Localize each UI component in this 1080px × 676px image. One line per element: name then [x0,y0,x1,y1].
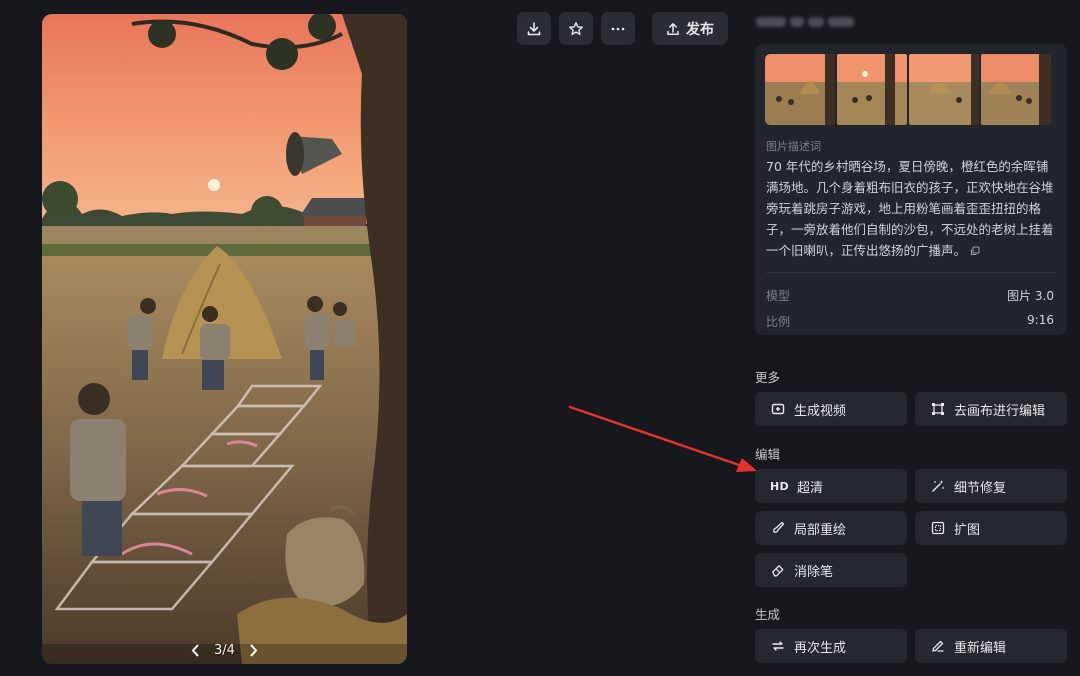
detail-repair-label: 细节修复 [954,480,1007,496]
chevron-left-icon [191,644,199,657]
publish-label: 发布 [686,21,714,38]
canvas-icon [930,401,946,417]
section-generate-label: 生成 [755,607,781,622]
section-more-label: 更多 [755,370,781,385]
generated-image[interactable]: 3/4 [42,14,407,664]
edit-on-canvas-button[interactable]: 去画布进行编辑 [915,392,1067,426]
re-edit-label: 重新编辑 [954,640,1007,656]
pencil-icon [930,638,946,654]
hd-upscale-button[interactable]: HD 超清 [755,469,907,503]
info-divider [766,272,1056,273]
regenerate-label: 再次生成 [794,640,847,656]
expand-image-label: 扩图 [954,522,981,538]
magic-wand-icon [930,478,946,494]
download-icon [527,21,541,35]
inpaint-button[interactable]: 局部重绘 [755,511,907,545]
eraser-icon [770,562,786,578]
previous-image-button[interactable] [188,644,202,658]
more-icon [611,27,625,30]
thumbnail-2[interactable] [837,54,907,125]
ratio-row: 比例 9:16 [766,313,1054,330]
ratio-label: 比例 [766,315,791,329]
description-label: 图片描述词 [766,140,821,153]
inpaint-label: 局部重绘 [794,522,847,538]
upload-icon [667,22,679,35]
repeat-icon [770,638,786,654]
blurred-title [756,17,854,27]
copy-icon[interactable] [970,246,980,256]
model-value: 图片 3.0 [1007,289,1054,303]
hd-upscale-label: 超清 [796,480,823,496]
regenerate-button[interactable]: 再次生成 [755,629,907,663]
publish-button[interactable]: 发布 [652,12,728,45]
hd-icon: HD [770,479,789,493]
eraser-button[interactable]: 消除笔 [755,553,907,587]
thumbnail-3[interactable] [909,54,979,125]
chevron-right-icon [250,644,258,657]
brush-icon [770,520,786,536]
re-edit-button[interactable]: 重新编辑 [915,629,1067,663]
thumbnail-4[interactable] [981,54,1051,125]
image-pager: 3/4 [42,643,407,658]
edit-on-canvas-label: 去画布进行编辑 [954,403,1046,419]
download-button[interactable] [517,12,551,45]
next-image-button[interactable] [247,644,261,658]
more-options-button[interactable] [601,12,635,45]
video-plus-icon [770,401,786,417]
star-icon [569,21,583,35]
description-text: 70 年代的乡村晒谷场，夏日傍晚，橙红色的余晖铺满场地。几个身着粗布旧衣的孩子，… [766,156,1056,261]
description-content: 70 年代的乡村晒谷场，夏日傍晚，橙红色的余晖铺满场地。几个身着粗布旧衣的孩子，… [766,159,1054,258]
model-label: 模型 [766,289,791,303]
expand-image-button[interactable]: 扩图 [915,511,1067,545]
generate-video-button[interactable]: 生成视频 [755,392,907,426]
section-edit-label: 编辑 [755,447,781,462]
image-info-card: 图片描述词 70 年代的乡村晒谷场，夏日傍晚，橙红色的余晖铺满场地。几个身着粗布… [755,44,1067,335]
model-row: 模型 图片 3.0 [766,287,1054,304]
ratio-value: 9:16 [1027,313,1054,327]
favorite-button[interactable] [559,12,593,45]
generate-video-label: 生成视频 [794,403,847,419]
pager-counter: 3/4 [214,643,235,658]
detail-repair-button[interactable]: 细节修复 [915,469,1067,503]
thumbnail-strip [765,54,1051,125]
eraser-label: 消除笔 [794,564,834,580]
expand-frame-icon [930,520,946,536]
thumbnail-1[interactable] [765,54,835,125]
